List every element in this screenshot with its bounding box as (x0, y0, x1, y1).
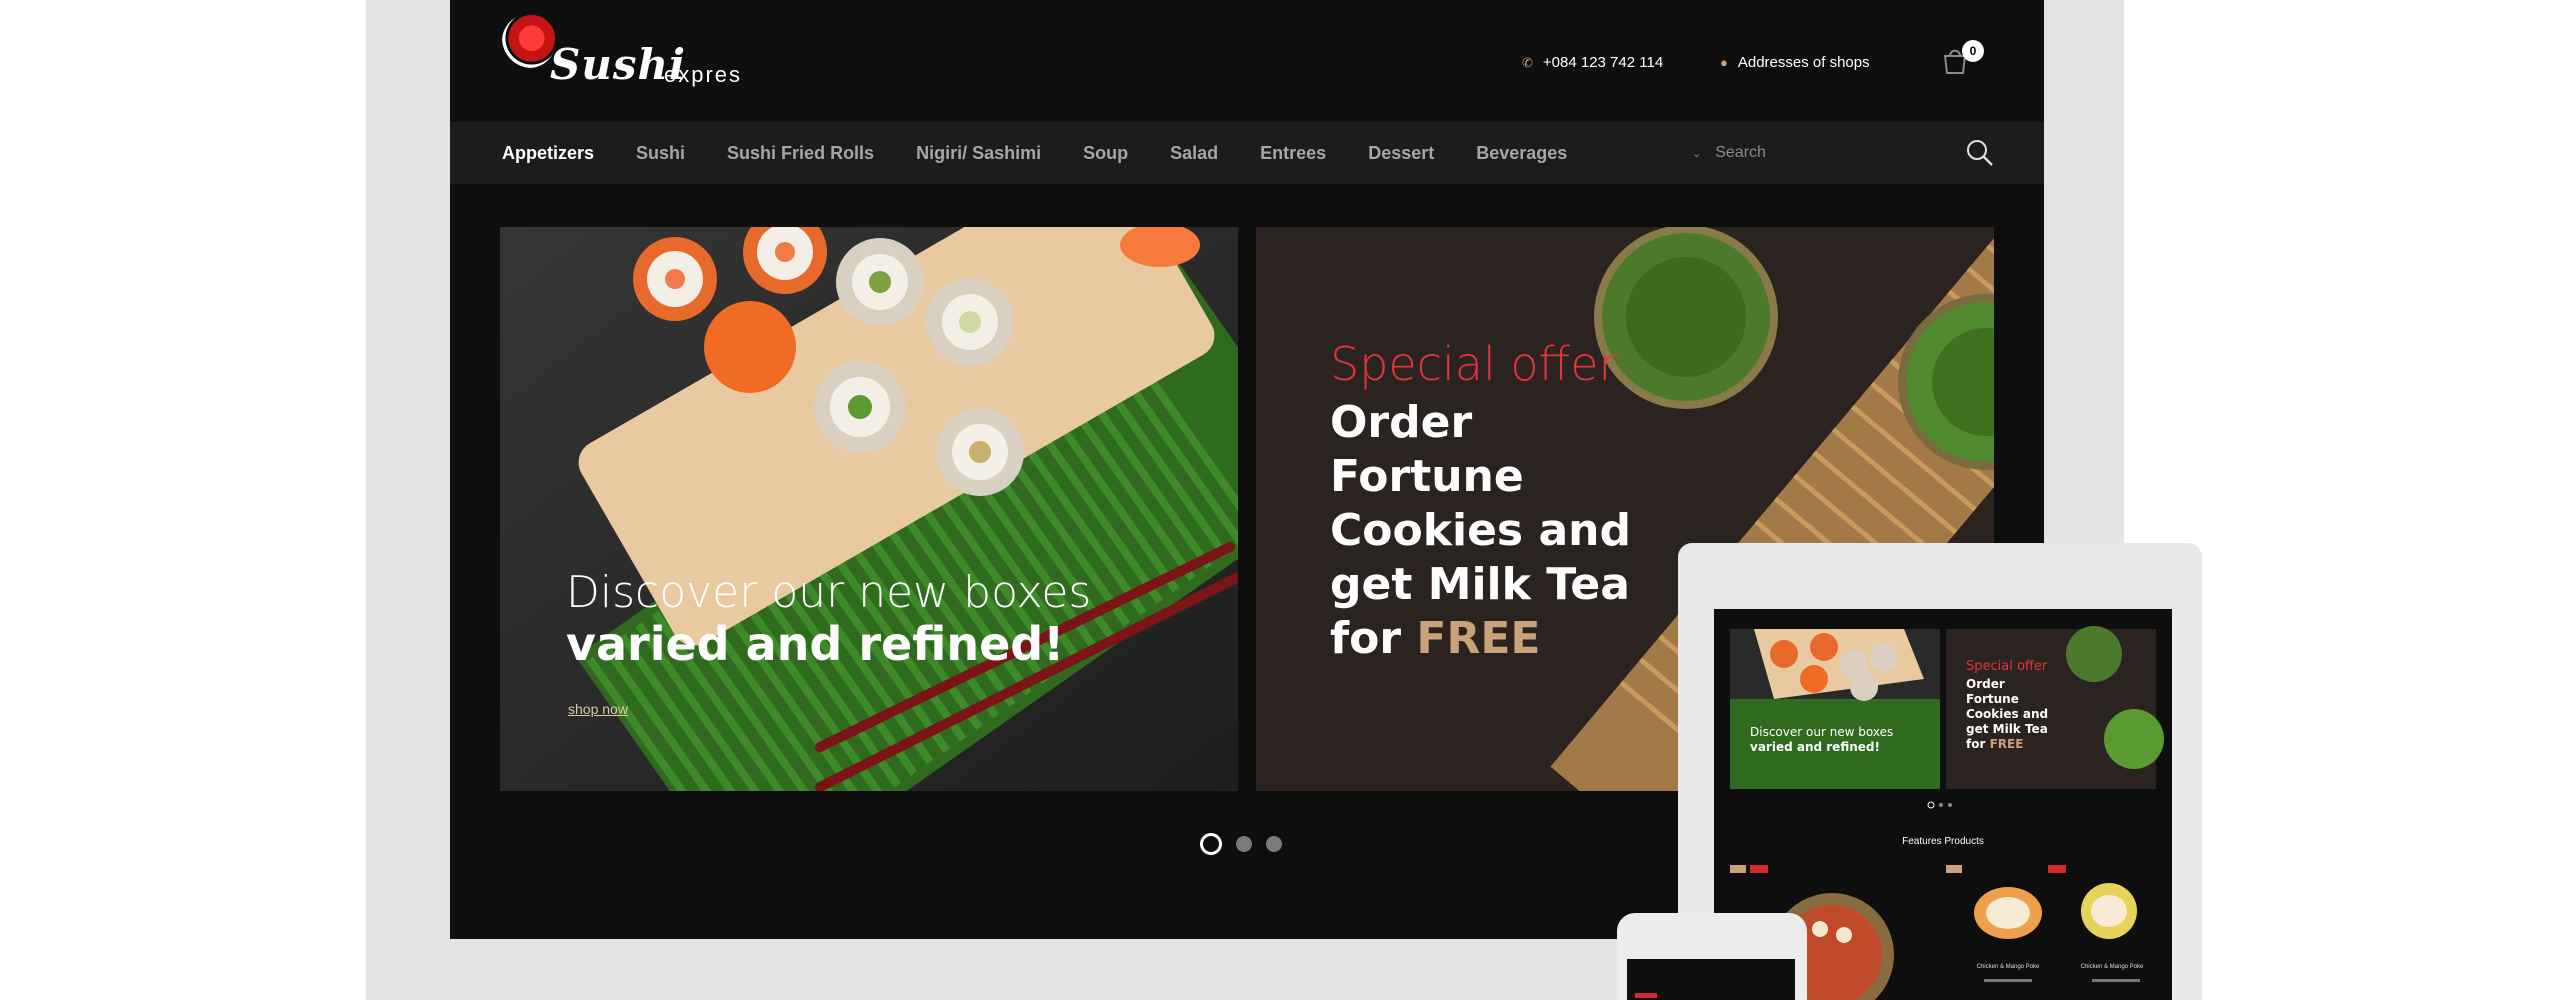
tablet-offer-line5: for FREE (1966, 737, 2023, 751)
offer-line5: for FREE (1330, 613, 1540, 664)
site-header: Sushi expres ✆ +084 123 742 114 ● Addres… (450, 0, 2044, 122)
nav-item-dessert[interactable]: Dessert (1368, 143, 1434, 164)
special-offer-kicker: Special offer (1330, 337, 1618, 391)
offer-free: FREE (1416, 613, 1541, 664)
search-box: ⌄ (1692, 122, 1916, 184)
search-icon[interactable] (1966, 139, 1994, 167)
nav-item-sushi[interactable]: Sushi (636, 143, 685, 164)
nav-item-soup[interactable]: Soup (1083, 143, 1128, 164)
tablet-section-title: Features Products (1902, 836, 1984, 847)
banner-left[interactable]: Discover our new boxes varied and refine… (500, 227, 1238, 791)
cart-count-badge: 0 (1962, 40, 1984, 62)
slider-dot-2[interactable] (1236, 836, 1252, 852)
phone-sale-badge (1635, 993, 1657, 998)
logo-mark-icon (502, 14, 556, 68)
tablet-product-right-name: Chicken & Mango Poke (2080, 964, 2144, 970)
tablet-banner-left-line1: Discover our new boxes (1750, 725, 1894, 739)
chevron-down-icon[interactable]: ⌄ (1692, 147, 1701, 160)
tablet-offer-line2: Fortune (1966, 692, 2019, 706)
offer-line2: Fortune (1330, 451, 1524, 502)
phone-device-frame (1617, 913, 1807, 1000)
main-navigation: Appetizers Sushi Sushi Fried Rolls Nigiri/ … (450, 122, 2044, 184)
nav-item-nigiri-sashimi[interactable]: Nigiri/ Sashimi (916, 143, 1041, 164)
shop-now-link[interactable]: shop now (568, 701, 628, 717)
nav-item-sushi-fried-rolls[interactable]: Sushi Fried Rolls (727, 143, 874, 164)
tablet-offer-free: FREE (1989, 737, 2024, 751)
banner-left-line1: Discover our new boxes (566, 567, 1092, 618)
header-phone[interactable]: ✆ +084 123 742 114 (1522, 54, 1663, 71)
nav-item-entrees[interactable]: Entrees (1260, 143, 1326, 164)
slider-pagination (1200, 833, 1282, 855)
location-pin-icon: ● (1720, 55, 1728, 70)
offer-line3: Cookies and (1330, 505, 1631, 556)
phone-icon: ✆ (1522, 54, 1533, 70)
tablet-offer-for: for (1966, 737, 1986, 751)
offer-line4: get Milk Tea (1330, 559, 1630, 610)
search-input[interactable] (1715, 144, 1916, 162)
nav-menu: Appetizers Sushi Sushi Fried Rolls Nigiri/ … (502, 122, 1567, 184)
nav-item-beverages[interactable]: Beverages (1476, 143, 1567, 164)
showcase-stage: Sushi expres ✆ +084 123 742 114 ● Addres… (0, 0, 2560, 1000)
banner-left-line2: varied and refined! (566, 617, 1065, 671)
offer-line1: Order (1330, 397, 1473, 448)
tablet-offer-kicker: Special offer (1966, 659, 2048, 674)
phone-screen (1627, 959, 1795, 1000)
tablet-offer-line4: get Milk Tea (1966, 722, 2048, 736)
slider-dot-3[interactable] (1266, 836, 1282, 852)
phone-number: +084 123 742 114 (1542, 54, 1664, 71)
cart-button[interactable]: 0 (1940, 40, 1984, 80)
site-logo[interactable]: Sushi expres (502, 14, 752, 94)
nav-item-salad[interactable]: Salad (1170, 143, 1218, 164)
offer-for: for (1330, 613, 1402, 664)
tablet-product-left-name: Chicken & Mango Poke (1976, 964, 2040, 970)
tablet-banner-left-line2: varied and refined! (1750, 740, 1880, 754)
logo-subtitle: expres (664, 62, 743, 87)
header-addresses[interactable]: ● Addresses of shops (1720, 54, 1870, 71)
tablet-offer-line1: Order (1966, 677, 2005, 691)
tablet-offer-line3: Cookies and (1966, 707, 2049, 721)
slider-dot-1[interactable] (1200, 833, 1222, 855)
nav-item-appetizers[interactable]: Appetizers (502, 143, 594, 164)
addresses-label: Addresses of shops (1737, 54, 1870, 71)
